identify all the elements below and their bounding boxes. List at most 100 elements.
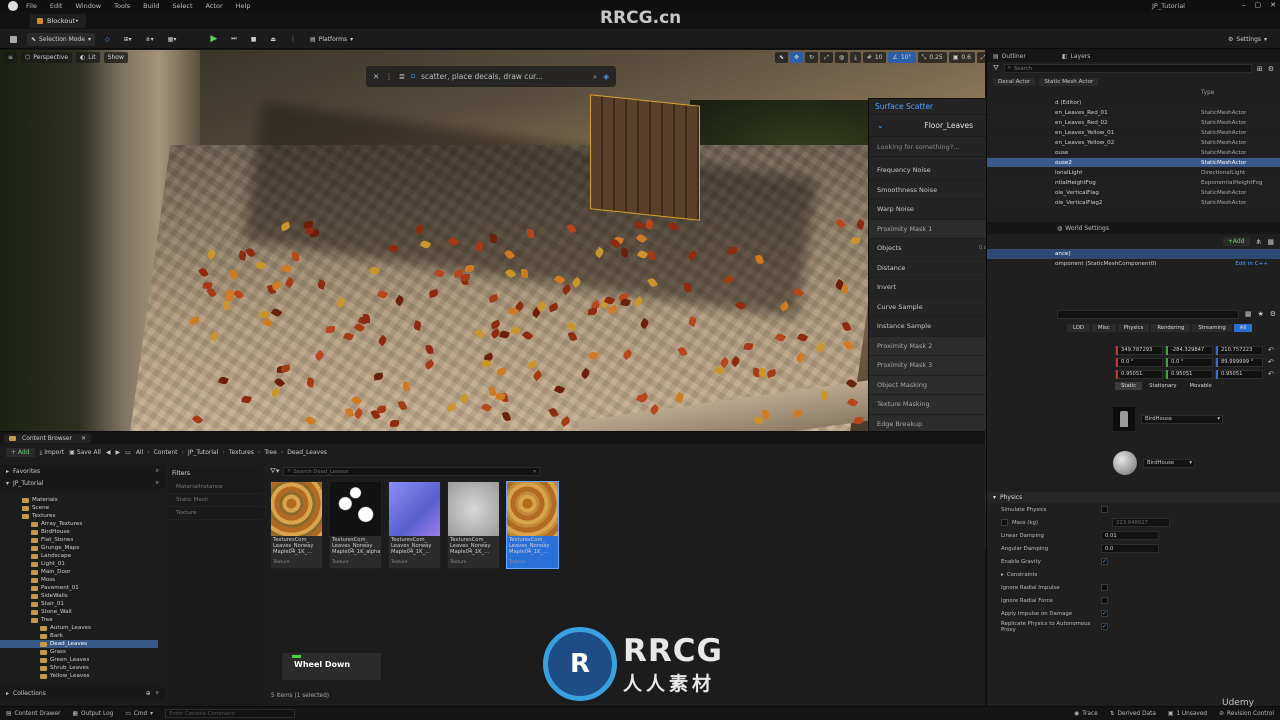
cmd-dropdown[interactable]: ▭ Cmd ▾ [125, 711, 153, 717]
breadcrumb-item[interactable]: Textures [229, 449, 254, 456]
material-picker[interactable]: BirdHouse ▾ [1143, 458, 1195, 468]
add-button[interactable]: + Add [6, 448, 35, 457]
filter-tab[interactable]: LOD [1067, 324, 1091, 332]
add-component-button[interactable]: +Add [1222, 237, 1250, 246]
folder-tree-item[interactable]: Flat_Stones [0, 536, 158, 544]
folder-tree-item[interactable]: Textures [0, 512, 158, 520]
outliner-row[interactable]: ouse StaticMeshActor [987, 148, 1280, 158]
mass-override-checkbox[interactable] [1001, 519, 1008, 526]
menu-item[interactable]: Tools [114, 2, 130, 10]
chevron-right-icon[interactable]: ▸ [6, 468, 9, 475]
history-back-icon[interactable]: ◀ [106, 449, 111, 456]
component-root-row[interactable]: ance) [987, 249, 1280, 259]
rotation-field[interactable]: 0.0 ° [1115, 357, 1163, 367]
blueprints-button[interactable]: ⋔▾ [142, 33, 158, 46]
unsaved-button[interactable]: ▣ 1 Unsaved [1168, 711, 1207, 717]
folder-tree-item[interactable]: SideWalls [0, 592, 158, 600]
sphere-thumbnail[interactable] [1113, 451, 1137, 475]
rotation-field[interactable]: 0.0 ° [1165, 357, 1213, 367]
rotation-snap-button[interactable]: ∠ 10° [888, 52, 916, 63]
save-current-level-button[interactable] [6, 33, 21, 46]
close-icon[interactable]: ✕ [1270, 1, 1276, 9]
breadcrumb-item[interactable]: Dead_Leaves [287, 449, 327, 456]
bookmark-icon[interactable]: ⌑ [411, 72, 415, 81]
asset-tile[interactable]: TexturesCom_ Leaves_Norway Maple04_1K_al… [329, 481, 382, 569]
list-icon[interactable]: ≣ [399, 72, 405, 81]
physics-value-field[interactable]: 0.01 [1101, 531, 1159, 540]
asset-tile[interactable]: TexturesCom_ Leaves_Norway Maple04_1K_..… [447, 481, 500, 569]
folder-tree-item[interactable]: Yellow_Leaves [0, 672, 158, 680]
settings-icon[interactable]: ⚙ [1268, 65, 1274, 73]
filter-item[interactable]: Static Mesh [168, 494, 263, 507]
viewport-menu-button[interactable]: ≡ [4, 52, 18, 63]
menu-item[interactable]: Select [172, 2, 192, 10]
maximize-viewport-button[interactable]: ⤢ [976, 52, 985, 63]
history-forward-icon[interactable]: ▶ [116, 449, 121, 456]
add-folder-icon[interactable]: ⊞ [1257, 65, 1263, 73]
tab-content-browser[interactable]: Content Browser ✕ [4, 433, 92, 443]
asset-tile[interactable]: TexturesCom_ Leaves_Norway Maple04_1K_..… [270, 481, 323, 569]
import-button[interactable]: ⤓ Import [40, 449, 65, 457]
component-row[interactable]: omponent (StaticMeshComponent0) Edit in … [987, 259, 1280, 269]
scale-field[interactable]: 0.95051 [1215, 369, 1263, 379]
filter-tab[interactable]: All [1233, 324, 1253, 332]
menu-item[interactable]: File [26, 2, 37, 10]
menu-item[interactable]: Window [75, 2, 101, 10]
folder-tree-item[interactable]: Shrub_Leaves [0, 664, 158, 672]
platforms-dropdown[interactable]: ▤ Platforms ▾ [306, 33, 357, 46]
rotate-tool-button[interactable]: ↻ [805, 52, 819, 63]
details-search-input[interactable] [1057, 309, 1239, 319]
physics-value-field[interactable]: 223.848927 [1112, 518, 1170, 527]
folder-tree-item[interactable]: Grass [0, 648, 158, 656]
filter-chip-static-mesh[interactable]: Static Mesh Actor [1039, 77, 1099, 86]
filter-tab[interactable]: Misc [1092, 324, 1116, 332]
search-icon[interactable]: ⌕ [156, 467, 159, 475]
tab-world-settings[interactable]: ◍ World Settings [1057, 225, 1109, 232]
lit-button[interactable]: ◐ Lit [76, 52, 100, 63]
outliner-row[interactable]: ole_VerticalFlag2 StaticMeshActor [987, 198, 1280, 208]
unreal-logo-icon[interactable] [8, 1, 18, 11]
location-field[interactable]: 210.757223 [1215, 345, 1263, 355]
mobility-option[interactable]: Movable [1183, 382, 1218, 390]
outliner-row[interactable]: en_Leaves_Yellow_02 StaticMeshActor [987, 138, 1280, 148]
add-actor-button[interactable]: ⊞▾ [120, 33, 136, 46]
filter-icon[interactable]: ⛛▾ [270, 467, 279, 476]
scale-tool-button[interactable]: ⤢ [820, 52, 833, 63]
outliner-row[interactable]: en_Leaves_Red_02 StaticMeshActor [987, 118, 1280, 128]
physics-checkbox[interactable] [1101, 584, 1108, 591]
outliner-row[interactable]: d (Editor) [987, 98, 1280, 108]
breadcrumb-item[interactable]: Tree [264, 449, 277, 456]
perspective-button[interactable]: ⬡ Perspective [21, 52, 73, 63]
play-button[interactable]: ▶ [206, 33, 221, 46]
physics-checkbox[interactable]: ✓ [1101, 610, 1108, 617]
menu-item[interactable]: Edit [50, 2, 63, 10]
selection-mode-dropdown[interactable]: ⬉ Selection Mode ▾ [27, 32, 95, 46]
folder-tree-item[interactable]: Dead_Leaves [0, 640, 158, 648]
grid-icon[interactable]: ▦ [1267, 238, 1274, 246]
grid-icon[interactable]: ▦ [1245, 310, 1252, 318]
search-icon[interactable]: ⌕ [156, 479, 159, 487]
show-button[interactable]: Show [103, 52, 128, 63]
mobility-option[interactable]: Stationary [1143, 382, 1183, 390]
create-button[interactable]: ◇ [101, 33, 114, 46]
menu-item[interactable]: Help [236, 2, 251, 10]
filter-tab[interactable]: Rendering [1151, 324, 1191, 332]
reset-icon[interactable]: ↶ [1268, 346, 1274, 354]
revision-control-button[interactable]: ⊘ Revision Control [1219, 711, 1274, 717]
outliner-row[interactable]: ionalLight DirectionalLight [987, 168, 1280, 178]
folder-tree-item[interactable]: Materials [0, 496, 158, 504]
surface-snap-button[interactable]: ⤓ [850, 52, 861, 63]
more-vert-icon[interactable]: ⋮ [385, 72, 393, 81]
folder-tree-item[interactable]: Bark [0, 632, 158, 640]
stop-button[interactable]: ■ [247, 33, 261, 46]
filter-tab[interactable]: Streaming [1192, 324, 1232, 332]
grid-snap-button[interactable]: #10 [862, 52, 887, 63]
physics-checkbox[interactable] [1101, 597, 1108, 604]
save-all-button[interactable]: ▣ Save All [69, 449, 101, 456]
outliner-row[interactable]: ouse2 StaticMeshActor [987, 158, 1280, 168]
quick-search-input[interactable]: scatter, place decals, draw cur... [421, 72, 587, 81]
physics-checkbox[interactable] [1101, 506, 1108, 513]
diamond-icon[interactable]: ◈ [603, 72, 609, 81]
folder-tree-item[interactable]: Light_01 [0, 560, 158, 568]
folder-tree-item[interactable]: Landscape [0, 552, 158, 560]
